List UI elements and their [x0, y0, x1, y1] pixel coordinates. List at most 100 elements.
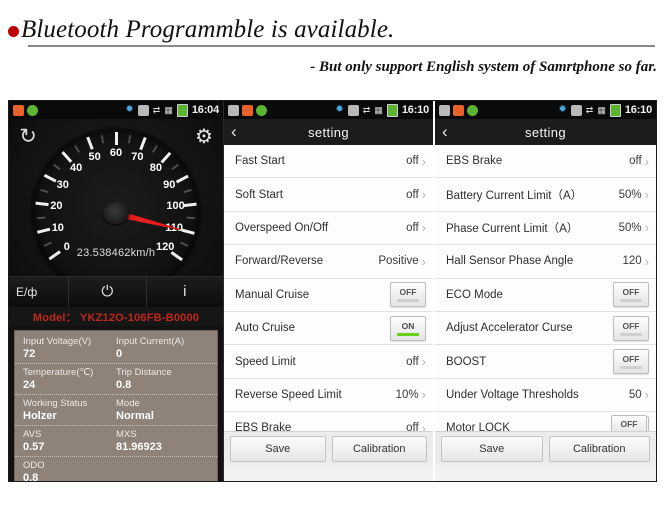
settings-row-label: Adjust Accelerator Curse [446, 322, 573, 335]
settings-toggle[interactable]: OFF [613, 282, 649, 308]
settings-row-value: off [406, 155, 419, 168]
settings-row[interactable]: Under Voltage Thresholds 50 › [435, 378, 656, 413]
chevron-right-icon: › [421, 187, 426, 203]
chevron-right-icon: › [421, 220, 426, 236]
telemetry-key: AVS [23, 429, 42, 440]
settings-row[interactable]: Overspeed On/Off off › [224, 211, 433, 246]
save-button[interactable]: Save [230, 435, 326, 462]
settings-row[interactable]: Battery Current Limit（A） 50% › [435, 178, 656, 212]
settings-row-control: 50% › [619, 221, 649, 234]
settings-row-label: Phase Current Limit（A） [446, 222, 579, 235]
settings-row-value: 50% [618, 188, 642, 201]
settings-row[interactable]: Phase Current Limit（A） 50% › [435, 211, 656, 246]
settings-row[interactable]: EBS Brake off › [435, 145, 656, 179]
telemetry-value: 0 [116, 348, 123, 360]
telemetry-value: Normal [116, 410, 154, 422]
settings-row[interactable]: Manual Cruise OFF [224, 278, 433, 312]
settings-row-value: 120 [622, 255, 642, 268]
chevron-right-icon: › [644, 220, 649, 236]
settings-row-label: Fast Start [235, 155, 285, 168]
save-button[interactable]: Save [441, 435, 543, 462]
settings-toggle-label: ON [401, 320, 415, 331]
speed-readout: 23.538462km/h [76, 247, 156, 259]
settings-row[interactable]: Forward/Reverse Positive › [224, 245, 433, 279]
settings1-titlebar: ‹ setting [224, 119, 433, 145]
settings2-list: EBS Brake off › Battery Current Limit（A） 50%… [435, 145, 656, 465]
settings-row-value: off [629, 155, 642, 168]
statusbar-clock: 16:04 [191, 104, 219, 116]
settings-row-control: 120 › [622, 255, 649, 268]
telemetry-row: AVS 0.57 MXS 81.96923 [15, 426, 217, 457]
battery-icon [176, 103, 188, 117]
gauge-tick-label: 60 [109, 147, 123, 159]
bluetooth-icon: ✹ [558, 104, 567, 115]
statusbar-app-icons [228, 104, 267, 116]
settings-screen-2: ✹ ⇄ ▦ 16:10 ‹ setting EBS Brake off › Batte… [433, 101, 656, 481]
chevron-right-icon: › [644, 187, 649, 203]
settings-row[interactable]: ECO Mode OFF [435, 278, 656, 312]
telemetry-row: Input Voltage(V) 72 Input Current(A) 0 [15, 333, 217, 364]
settings-row-control: off › [629, 155, 649, 168]
info-button[interactable]: i [147, 277, 224, 307]
settings-row[interactable]: Soft Start off › [224, 178, 433, 212]
telemetry-value: 72 [23, 348, 36, 360]
telemetry-key: Input Voltage(V) [23, 336, 92, 347]
settings-row[interactable]: Adjust Accelerator Curse OFF [435, 311, 656, 346]
calibration-button[interactable]: Calibration [331, 435, 427, 462]
settings1-list: Fast Start off › Soft Start off › Overspeed On… [224, 145, 433, 465]
telemetry-panel: Input Voltage(V) 72 Input Current(A) 0 Tempe… [14, 330, 218, 481]
settings-toggle[interactable]: ON [390, 315, 426, 341]
gauge-tick-label: 70 [131, 150, 144, 163]
settings-row[interactable]: Fast Start off › [224, 145, 433, 179]
calibration-button[interactable]: Calibration [548, 435, 650, 462]
settings-row-label: EBS Brake [446, 155, 503, 168]
settings-row[interactable]: Reverse Speed Limit 10% › [224, 378, 433, 413]
power-button[interactable]: ⏻ [69, 277, 147, 307]
statusbar-system-icons: ✹ ⇄ ▦ 16:10 [558, 103, 652, 117]
statusbar-system-icons: ✹ ⇄ ▦ 16:04 [125, 103, 219, 117]
gauge-tick-label: 50 [88, 150, 101, 163]
settings-row-label: Auto Cruise [235, 322, 296, 335]
gallery-icon [228, 104, 239, 116]
battery-icon [609, 103, 621, 117]
headline-row: Bluetooth Programmble is available. [0, 0, 665, 44]
settings-toggle-bar [620, 299, 642, 303]
telemetry-row: Temperature(℃) 24 Trip Distance 0.8 [15, 364, 217, 395]
statusbar-app-icons [439, 104, 478, 116]
model-line: Model： YKZ12O-106FB-B0000 [9, 307, 223, 326]
settings-toggle[interactable]: OFF [613, 315, 649, 341]
settings1-title: setting [307, 124, 350, 140]
orange-app-icon [13, 104, 24, 116]
settings-row-label: Reverse Speed Limit [235, 388, 342, 401]
telemetry-key: Working Status [23, 398, 88, 409]
settings-row[interactable]: Hall Sensor Phase Angle 120 › [435, 245, 656, 279]
settings-row-control: Positive › [378, 255, 426, 268]
gauge-tick-label: 0 [63, 241, 70, 254]
statusbar-clock: 16:10 [401, 104, 429, 116]
settings-row[interactable]: BOOST OFF [435, 345, 656, 379]
settings-row-label: Soft Start [235, 188, 283, 201]
settings-toggle[interactable]: OFF [390, 282, 426, 308]
settings-row-control: OFF [390, 282, 426, 308]
gallery-icon [439, 104, 450, 116]
chevron-right-icon: › [644, 387, 649, 403]
page-title: Bluetooth Programmble is available. [21, 16, 395, 43]
speedometer-gauge: 0102030405060708090100110120 23.538462km… [32, 129, 200, 297]
telemetry-cell-empty [116, 460, 209, 481]
orange-app-icon [453, 104, 464, 116]
settings-toggle[interactable]: OFF [613, 349, 649, 375]
signal-icon: ▦ [374, 104, 383, 115]
settings-row-control: off › [406, 355, 426, 368]
settings-row-label: Speed Limit [235, 355, 296, 368]
green-app-icon [256, 104, 267, 116]
settings-toggle-label: OFF [622, 287, 640, 298]
bluetooth-icon: ✹ [335, 104, 344, 115]
chevron-right-icon: › [421, 354, 426, 370]
page-header: Bluetooth Programmble is available. - Bu… [0, 0, 665, 76]
dashboard-control-bar: E/ф ⏻ i [9, 276, 223, 307]
header-subtitle: - But only support English system of Sam… [310, 59, 657, 75]
settings-row[interactable]: Speed Limit off › [224, 345, 433, 379]
orange-app-icon [242, 104, 253, 116]
settings-row[interactable]: Auto Cruise ON [224, 311, 433, 346]
telemetry-value: Holzer [23, 410, 57, 422]
